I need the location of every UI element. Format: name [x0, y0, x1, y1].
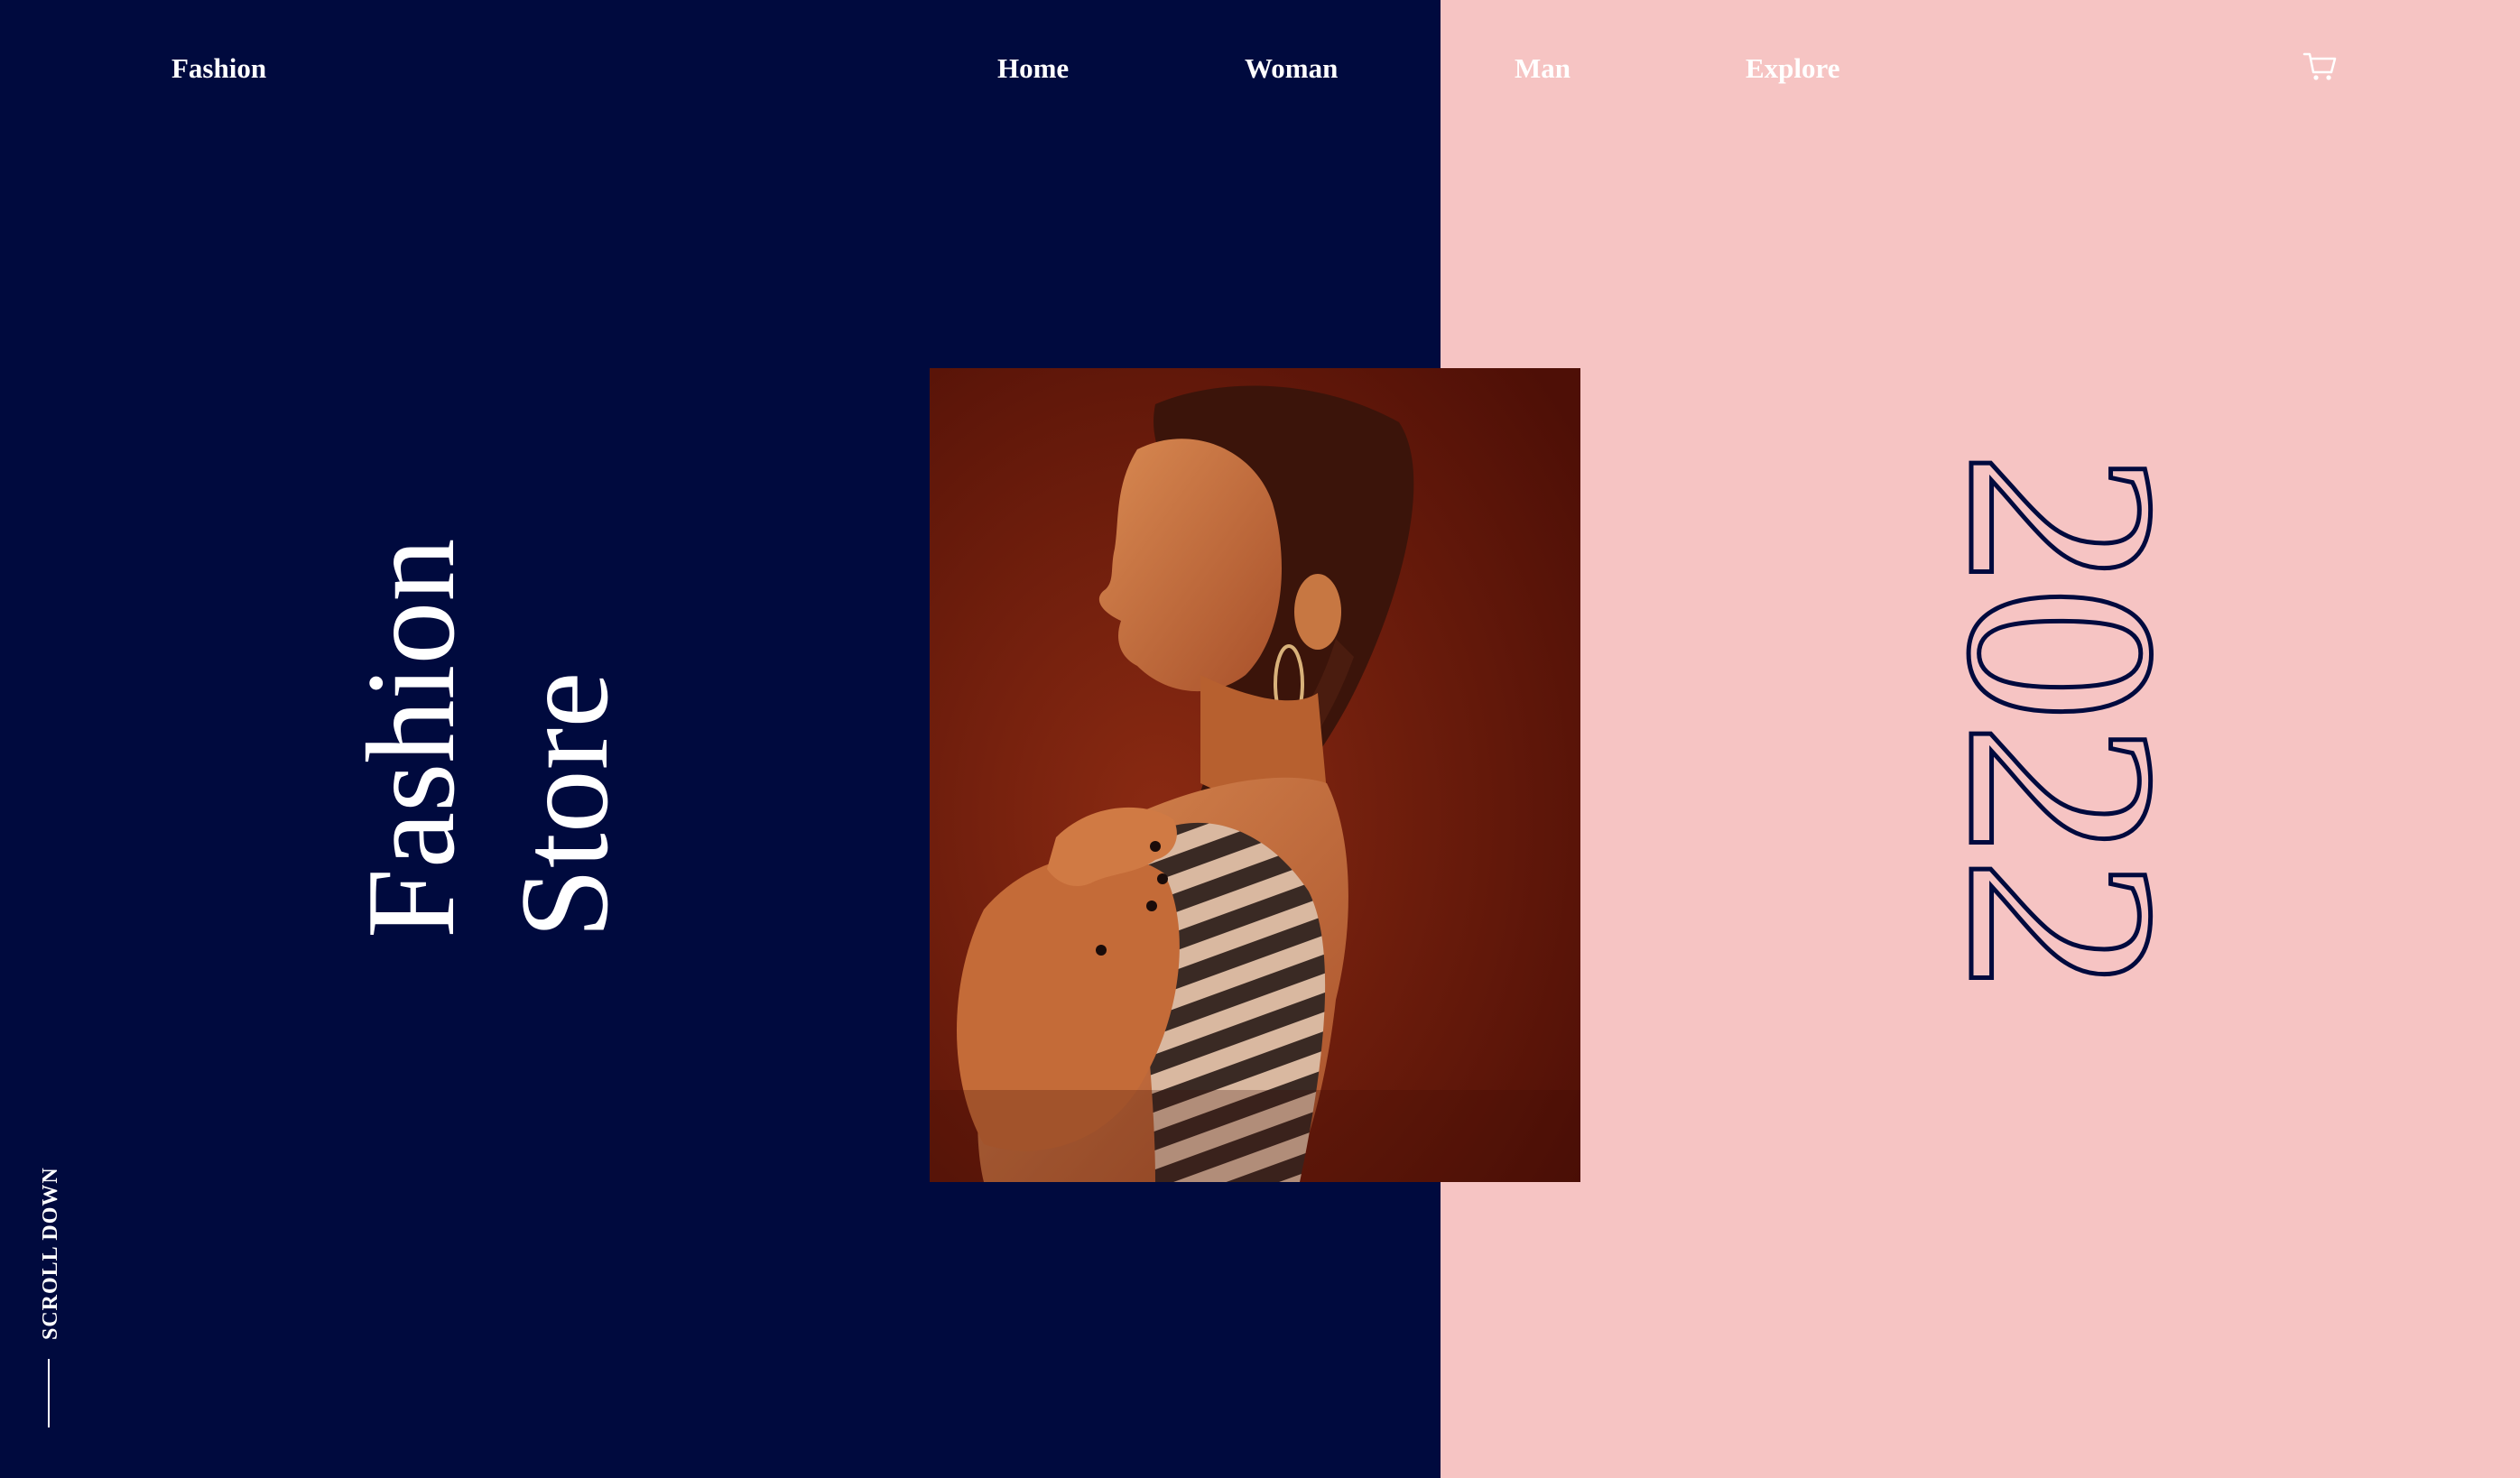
scroll-down-line	[48, 1359, 50, 1427]
nav-home[interactable]: Home	[997, 51, 1069, 87]
nav-explore[interactable]: Explore	[1746, 51, 1840, 87]
hero-title-line-2: Store	[495, 671, 635, 938]
cart-icon[interactable]	[2302, 51, 2338, 83]
scroll-down-label[interactable]: SCROLL DOWN	[32, 1146, 69, 1340]
hero-title-line-1: Fashion	[341, 538, 481, 938]
model-portrait-image	[930, 368, 1580, 1182]
site-logo[interactable]: Fashion	[171, 51, 266, 87]
nav-man[interactable]: Man	[1515, 51, 1570, 87]
hero-year: 2022	[1911, 449, 2215, 995]
nav-woman[interactable]: Woman	[1245, 51, 1338, 87]
